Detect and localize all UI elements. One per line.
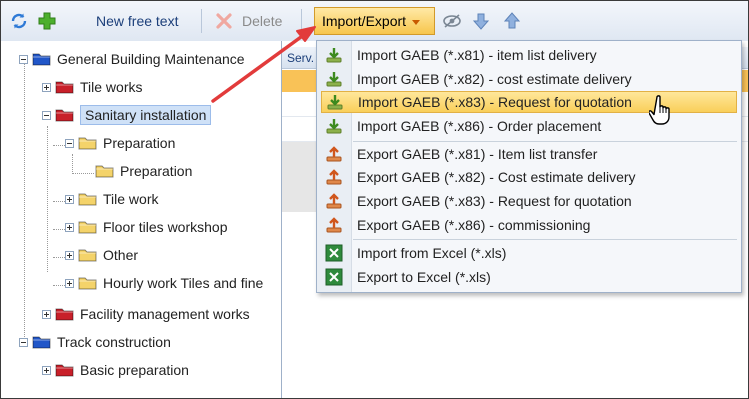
hand-cursor-icon: [649, 95, 670, 125]
folder-icon: [78, 248, 97, 262]
folder-icon: [78, 136, 97, 150]
tree-node-label: Basic preparation: [80, 362, 189, 378]
new-free-text-button[interactable]: New free text: [96, 7, 178, 35]
move-up-icon[interactable]: [504, 7, 520, 35]
column-header-label: Serv.: [287, 50, 315, 65]
menu-item-label: Import GAEB (*.x86) - Order placement: [357, 118, 602, 134]
menu-item-export-excel[interactable]: Export to Excel (*.xls): [321, 266, 737, 288]
menu-item-export-x83[interactable]: Export GAEB (*.x83) - Request for quotat…: [321, 190, 737, 212]
tree-node-tile-works[interactable]: Tile works: [42, 76, 143, 98]
export-orange-icon: [325, 216, 343, 234]
tree-panel: General Building Maintenance Tile works …: [1, 41, 282, 398]
menu-item-label: Export GAEB (*.x82) - Cost estimate deli…: [357, 169, 636, 185]
menu-item-import-x82[interactable]: Import GAEB (*.x82) - cost estimate deli…: [321, 68, 737, 90]
expand-icon[interactable]: [65, 250, 74, 260]
menu-item-label: Export GAEB (*.x86) - commissioning: [357, 217, 591, 233]
delete-button[interactable]: Delete: [242, 7, 282, 35]
import-green-icon: [325, 70, 343, 88]
import-green-icon: [326, 93, 344, 111]
export-orange-icon: [325, 145, 343, 163]
tree-node-label: General Building Maintenance: [57, 51, 245, 67]
folder-icon: [78, 220, 97, 234]
tree-node-label-selected: Sanitary installation: [80, 105, 212, 125]
menu-item-import-excel[interactable]: Import from Excel (*.xls): [321, 242, 737, 264]
tree-node-other[interactable]: Other: [65, 244, 138, 266]
tree-node-hourly-work[interactable]: Hourly work Tiles and fine: [65, 272, 275, 294]
import-green-icon: [325, 117, 343, 135]
folder-icon: [32, 335, 51, 349]
tree-node-tile-work[interactable]: Tile work: [65, 188, 159, 210]
tree-node-floor-tiles[interactable]: Floor tiles workshop: [65, 216, 228, 238]
import-export-button[interactable]: Import/Export: [314, 7, 435, 35]
import-export-menu: Import GAEB (*.x81) - item list delivery…: [316, 40, 742, 293]
folder-icon: [78, 192, 97, 206]
export-orange-icon: [325, 192, 343, 210]
add-icon[interactable]: [37, 7, 57, 35]
menu-item-label: Export GAEB (*.x83) - Request for quotat…: [357, 193, 632, 209]
folder-icon: [78, 276, 97, 290]
tree-node-label: Other: [103, 247, 139, 263]
tree-node-label: Preparation: [103, 135, 176, 151]
tree-node-label: Tile works: [80, 79, 143, 95]
menu-item-label: Import GAEB (*.x82) - cost estimate deli…: [357, 71, 632, 87]
excel-icon: [325, 244, 343, 262]
toolbar-divider: [201, 9, 202, 33]
menu-item-import-x81[interactable]: Import GAEB (*.x81) - item list delivery: [321, 44, 737, 66]
collapse-icon[interactable]: [19, 337, 28, 347]
tree-node-label: Facility management works: [80, 306, 250, 322]
folder-icon: [55, 363, 74, 377]
tree-node-basic-preparation[interactable]: Basic preparation: [42, 359, 189, 381]
expand-icon[interactable]: [42, 82, 51, 92]
folder-icon: [55, 80, 74, 94]
toolbar: New free text Delete Import/Export: [1, 1, 748, 42]
expand-icon[interactable]: [65, 222, 74, 232]
app-window: New free text Delete Import/Export Gener…: [0, 0, 749, 399]
menu-item-export-x81[interactable]: Export GAEB (*.x81) - Item list transfer: [321, 143, 737, 165]
export-orange-icon: [325, 168, 343, 186]
menu-item-export-x86[interactable]: Export GAEB (*.x86) - commissioning: [321, 214, 737, 236]
menu-item-label: Import GAEB (*.x81) - item list delivery: [357, 47, 597, 63]
menu-item-label: Export to Excel (*.xls): [357, 269, 491, 285]
folder-icon: [55, 108, 74, 122]
folder-icon: [95, 164, 114, 178]
expand-icon[interactable]: [42, 365, 51, 375]
tree-node-track-construction[interactable]: Track construction: [19, 331, 171, 353]
menu-item-export-x82[interactable]: Export GAEB (*.x82) - Cost estimate deli…: [321, 166, 737, 188]
tree-node-preparation[interactable]: Preparation: [65, 132, 175, 154]
import-export-label: Import/Export: [322, 13, 407, 29]
menu-item-label: Import GAEB (*.x83) - Request for quotat…: [358, 94, 632, 110]
tree-node-sanitary-installation[interactable]: Sanitary installation: [42, 104, 212, 126]
collapse-icon[interactable]: [19, 54, 28, 64]
menu-separator: [353, 239, 737, 240]
expand-icon[interactable]: [65, 278, 74, 288]
excel-icon: [325, 268, 343, 286]
collapse-icon[interactable]: [65, 138, 74, 148]
tree-node-preparation-child[interactable]: Preparation: [95, 160, 192, 182]
tree-node-label: Preparation: [120, 163, 193, 179]
folder-icon: [32, 52, 51, 66]
expand-icon[interactable]: [42, 309, 51, 319]
tree-node-label: Track construction: [57, 334, 171, 350]
chevron-down-icon: [412, 19, 421, 25]
menu-item-label: Export GAEB (*.x81) - Item list transfer: [357, 146, 598, 162]
refresh-icon[interactable]: [9, 7, 29, 35]
expand-icon[interactable]: [65, 194, 74, 204]
tree-node-label: Floor tiles workshop: [103, 219, 228, 235]
collapse-icon[interactable]: [42, 110, 51, 120]
import-green-icon: [325, 46, 343, 64]
tree-node-facility[interactable]: Facility management works: [42, 303, 250, 325]
tree-node-label: Hourly work Tiles and fine: [103, 275, 264, 291]
tree-node-root[interactable]: General Building Maintenance: [19, 48, 245, 70]
delete-icon: [215, 7, 233, 35]
tree-node-label: Tile work: [103, 191, 159, 207]
move-down-icon[interactable]: [473, 7, 489, 35]
menu-item-label: Import from Excel (*.xls): [357, 245, 507, 261]
toolbar-divider: [301, 9, 302, 33]
hide-icon[interactable]: [442, 7, 462, 35]
menu-separator: [353, 141, 737, 142]
folder-icon: [55, 307, 74, 321]
